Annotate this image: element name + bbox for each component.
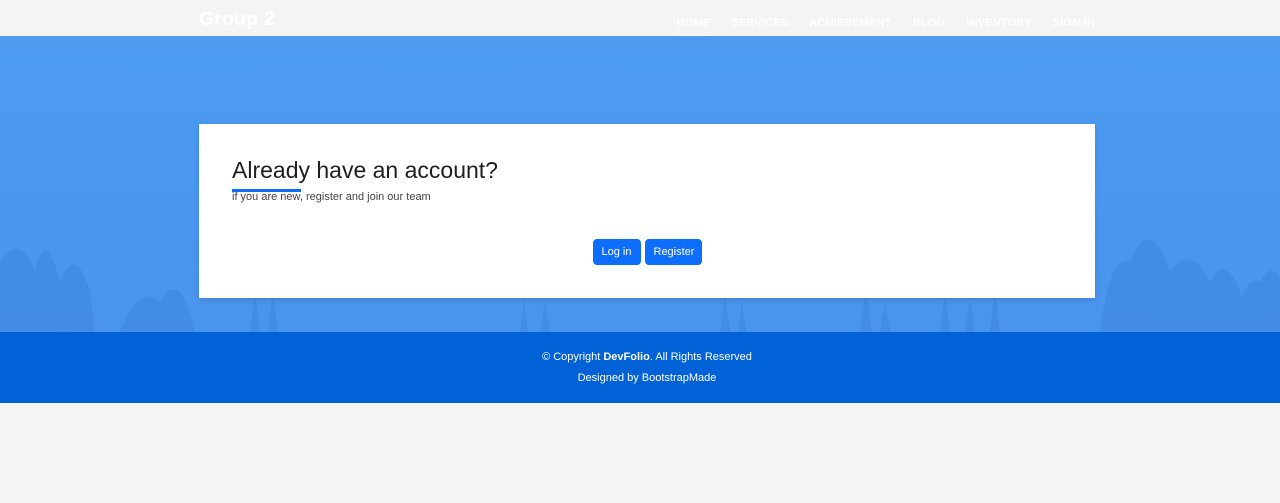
login-button[interactable]: Log in bbox=[592, 239, 641, 265]
nav-link-sign-in[interactable]: SIGN IN bbox=[1053, 17, 1095, 29]
copyright-prefix: © Copyright bbox=[542, 351, 604, 363]
copyright-suffix: . All Rights Reserved bbox=[649, 351, 752, 363]
nav-link-blog[interactable]: BLOG bbox=[913, 17, 946, 29]
page-title: Already have an account? bbox=[232, 157, 498, 183]
nav-menu: HOME SERVICES ACHIEVEMENT BLOG INVENTORY… bbox=[656, 13, 1095, 31]
account-card: Already have an account? if you are new,… bbox=[199, 124, 1095, 298]
nav-link-home[interactable]: HOME bbox=[677, 17, 711, 29]
top-navbar: Group 2 HOME SERVICES ACHIEVEMENT BLOG I… bbox=[0, 0, 1280, 36]
action-buttons: Log in Register bbox=[199, 239, 1095, 265]
copyright-text: © Copyright DevFolio. All Rights Reserve… bbox=[0, 351, 1280, 363]
brand-logo-link[interactable]: Group 2 bbox=[199, 9, 275, 31]
page-footer: © Copyright DevFolio. All Rights Reserve… bbox=[0, 332, 1280, 403]
nav-link-services[interactable]: SERVICES bbox=[731, 17, 788, 29]
copyright-brand: DevFolio bbox=[603, 351, 650, 363]
page-subtitle: if you are new, register and join our te… bbox=[232, 191, 431, 203]
nav-link-achievement[interactable]: ACHIEVEMENT bbox=[809, 17, 891, 29]
credits-text: Designed by BootstrapMade bbox=[577, 372, 717, 384]
nav-link-inventory[interactable]: INVENTORY bbox=[966, 17, 1031, 29]
register-button[interactable]: Register bbox=[644, 239, 702, 265]
